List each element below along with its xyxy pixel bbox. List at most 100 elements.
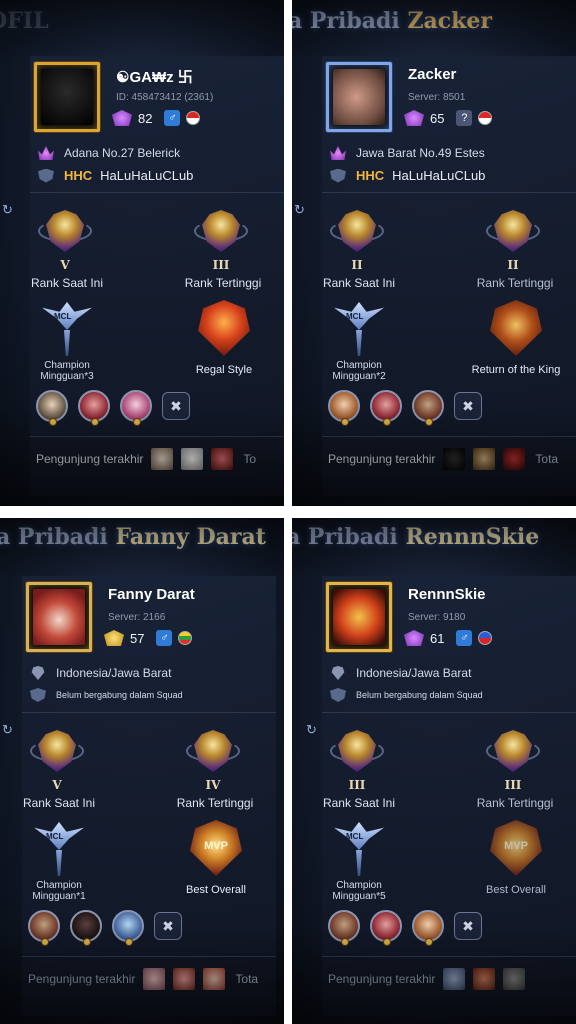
recent-visitors[interactable]: Pengunjung terakhir: [328, 968, 526, 990]
page-title: a Pribadi RennnSkie: [292, 524, 540, 550]
recent-visitors[interactable]: Pengunjung terakhir To: [36, 448, 256, 470]
hero-placeholder-icon[interactable]: ✖: [162, 392, 190, 420]
rank-current-label: Rank Saat Ini: [322, 276, 396, 290]
squad-line[interactable]: Belum bergabung dalam Squad: [330, 688, 483, 702]
divider: [322, 436, 576, 437]
avatar[interactable]: [326, 62, 392, 132]
divider: [322, 712, 576, 713]
visitor-avatar[interactable]: [181, 448, 204, 470]
champion-label: Champion Mingguan*5: [332, 880, 386, 902]
refresh-icon[interactable]: ↻: [2, 722, 13, 738]
flag-icon: [478, 631, 493, 645]
mvp-emblem-icon[interactable]: MVP: [490, 820, 542, 876]
profile-panel-3: a Pribadi Fanny Darat Fanny Darat Server…: [0, 518, 284, 1024]
rank-current-medal[interactable]: V: [38, 206, 92, 272]
rank-current-medal[interactable]: II: [330, 206, 384, 272]
profile-card: Zacker Server: 8501 65 ? Jawa Barat No.4…: [294, 56, 576, 496]
visitor-avatar[interactable]: [151, 448, 174, 470]
visitor-avatar[interactable]: [203, 968, 226, 990]
mcl-trophy-icon[interactable]: MCL: [34, 822, 84, 878]
crown-icon: [330, 146, 346, 160]
squad-line[interactable]: Belum bergabung dalam Squad: [30, 688, 183, 702]
hero-avatar[interactable]: [328, 390, 360, 426]
visitor-avatar[interactable]: [473, 968, 496, 990]
mcl-trophy-icon[interactable]: MCL: [42, 302, 92, 358]
hero-avatar[interactable]: [70, 910, 102, 946]
rank-best-medal[interactable]: II: [486, 206, 540, 272]
hero-avatar[interactable]: [412, 910, 444, 946]
crown-icon: [38, 146, 54, 160]
visitor-avatar[interactable]: [173, 968, 196, 990]
mcl-trophy-icon[interactable]: MCL: [334, 302, 384, 358]
region-rank-line: Jawa Barat No.49 Estes: [330, 146, 485, 160]
mvp-emblem-icon[interactable]: MVP: [190, 820, 242, 876]
hero-avatar[interactable]: [78, 390, 110, 426]
visitor-avatar[interactable]: [211, 448, 234, 470]
rank-current-medal[interactable]: V: [30, 726, 84, 792]
hero-avatar[interactable]: [412, 390, 444, 426]
rank-best-label: Rank Tertinggi: [476, 796, 554, 810]
champion-label: Champion Mingguan*3: [40, 360, 94, 382]
divider: [30, 436, 284, 437]
refresh-icon[interactable]: ↻: [294, 202, 305, 218]
username: ☯GA₩z 卐: [116, 69, 193, 86]
divider: [30, 192, 284, 193]
avatar[interactable]: [34, 62, 100, 132]
divider: [22, 956, 276, 957]
rank-current-label: Rank Saat Ini: [322, 796, 396, 810]
level-value: 57: [130, 630, 145, 646]
refresh-icon[interactable]: ↻: [2, 202, 13, 218]
username: Fanny Darat: [108, 586, 195, 603]
rank-current-label: Rank Saat Ini: [30, 276, 104, 290]
regal-style-emblem-icon[interactable]: [198, 300, 250, 356]
visitor-avatar[interactable]: [143, 968, 166, 990]
visitor-avatar[interactable]: [503, 448, 526, 470]
page-title: a Pribadi Zacker: [292, 8, 493, 34]
hero-avatar[interactable]: [28, 910, 60, 946]
hero-avatar[interactable]: [120, 390, 152, 426]
profile-panel-4: a Pribadi RennnSkie RennnSkie Server: 91…: [292, 518, 576, 1024]
recent-visitors[interactable]: Pengunjung terakhir Tota: [28, 968, 258, 990]
hero-avatar[interactable]: [36, 390, 68, 426]
hero-avatar[interactable]: [328, 910, 360, 946]
rank-best-medal[interactable]: III: [486, 726, 540, 792]
favorite-heroes: ✖: [328, 910, 482, 946]
username: RennnSkie: [408, 586, 486, 603]
rank-best-label: Rank Tertinggi: [176, 796, 254, 810]
rank-current-medal[interactable]: III: [330, 726, 384, 792]
avatar[interactable]: [326, 582, 392, 652]
special-achievement-label: Regal Style: [195, 364, 253, 376]
visitor-avatar[interactable]: [443, 968, 466, 990]
squad-tag: HHC: [356, 168, 385, 183]
hero-placeholder-icon[interactable]: ✖: [154, 912, 182, 940]
refresh-icon[interactable]: ↻: [306, 722, 317, 738]
visitor-avatar[interactable]: [443, 448, 466, 470]
hero-avatar[interactable]: [370, 390, 402, 426]
level-badge-icon: [112, 110, 132, 126]
avatar[interactable]: [26, 582, 92, 652]
level-value: 65: [430, 110, 445, 126]
rank-best-medal[interactable]: III: [194, 206, 248, 272]
squad-name: HaLuHaLuCLub: [100, 168, 194, 183]
location-line: Indonesia/Jawa Barat: [30, 666, 171, 680]
stat-row: 57 ♂: [104, 630, 193, 646]
squad-line[interactable]: HHC HaLuHaLuCLub: [38, 168, 193, 183]
stat-row: 82 ♂: [112, 110, 201, 126]
visitor-avatar[interactable]: [503, 968, 526, 990]
squad-line[interactable]: HHC HaLuHaLuCLub: [330, 168, 485, 183]
rank-best-medal[interactable]: IV: [186, 726, 240, 792]
return-of-the-king-emblem-icon[interactable]: [490, 300, 542, 356]
divider: [22, 712, 276, 713]
recent-visitors[interactable]: Pengunjung terakhir Tota: [328, 448, 558, 470]
hero-placeholder-icon[interactable]: ✖: [454, 392, 482, 420]
page-title: OFIL: [0, 8, 49, 34]
hero-placeholder-icon[interactable]: ✖: [454, 912, 482, 940]
hero-avatar[interactable]: [112, 910, 144, 946]
hero-avatar[interactable]: [370, 910, 402, 946]
username: Zacker: [408, 66, 457, 83]
mcl-trophy-icon[interactable]: MCL: [334, 822, 384, 878]
flag-icon: [178, 631, 193, 645]
squad-name: HaLuHaLuCLub: [392, 168, 486, 183]
visitor-avatar[interactable]: [473, 448, 496, 470]
flag-icon: [186, 111, 201, 125]
